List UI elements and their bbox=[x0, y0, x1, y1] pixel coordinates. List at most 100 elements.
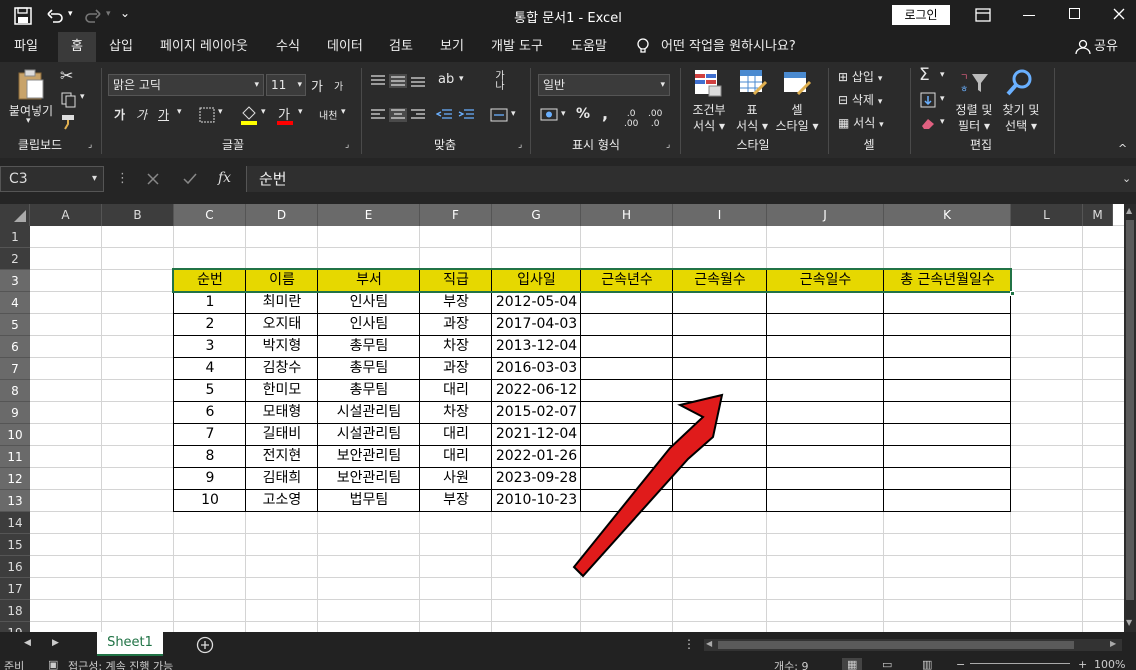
fill-dropdown-icon[interactable]: ▾ bbox=[940, 94, 945, 104]
prev-sheet-icon[interactable]: ◀ bbox=[24, 638, 31, 648]
merge-dropdown-icon[interactable]: ▾ bbox=[511, 109, 516, 119]
table-cell[interactable]: 부장 bbox=[420, 490, 492, 512]
minimize-button[interactable] bbox=[1023, 15, 1035, 16]
insert-function-button[interactable]: fx bbox=[218, 170, 231, 186]
number-launcher-icon[interactable]: ⌟ bbox=[666, 140, 670, 150]
column-header-k[interactable]: K bbox=[884, 204, 1011, 226]
page-break-view-icon[interactable]: ▥ bbox=[922, 658, 932, 670]
table-cell[interactable]: 2 bbox=[174, 314, 246, 336]
merge-center-icon[interactable] bbox=[490, 108, 508, 122]
fill-handle[interactable] bbox=[1010, 291, 1015, 296]
increase-decimal-icon[interactable]: .0.00 bbox=[624, 109, 638, 129]
format-as-table-label[interactable]: 표 서식 ▾ bbox=[730, 102, 774, 134]
table-cell[interactable]: 2022-06-12 bbox=[492, 380, 581, 402]
table-cell[interactable]: 2017-04-03 bbox=[492, 314, 581, 336]
table-cell[interactable]: 길태비 bbox=[246, 424, 318, 446]
table-cell[interactable]: 2016-03-03 bbox=[492, 358, 581, 380]
align-left-icon[interactable] bbox=[369, 108, 387, 122]
delete-cells-button[interactable]: ⊟ 삭제 ▾ bbox=[838, 91, 906, 108]
table-cell[interactable]: 4 bbox=[174, 358, 246, 380]
zoom-slider[interactable] bbox=[970, 663, 1070, 664]
maximize-button[interactable] bbox=[1069, 8, 1080, 19]
vertical-scroll-thumb[interactable] bbox=[1126, 220, 1134, 600]
row-header-3[interactable]: 3 bbox=[0, 270, 30, 292]
table-cell[interactable]: 대리 bbox=[420, 446, 492, 468]
column-header-d[interactable]: D bbox=[246, 204, 318, 226]
table-cell[interactable]: 모태형 bbox=[246, 402, 318, 424]
sort-filter-label[interactable]: 정렬 및 필터 ▾ bbox=[950, 102, 998, 134]
table-cell[interactable]: 9 bbox=[174, 468, 246, 490]
row-header-10[interactable]: 10 bbox=[0, 424, 30, 446]
table-cell[interactable]: 6 bbox=[174, 402, 246, 424]
row-header-15[interactable]: 15 bbox=[0, 534, 30, 556]
column-header-e[interactable]: E bbox=[318, 204, 420, 226]
borders-dropdown-icon[interactable]: ▾ bbox=[218, 107, 223, 117]
row-header-8[interactable]: 8 bbox=[0, 380, 30, 402]
underline-dropdown-icon[interactable]: ▾ bbox=[177, 107, 182, 117]
sheet-tab-sheet1[interactable]: Sheet1 bbox=[97, 632, 163, 656]
table-cell[interactable]: 부장 bbox=[420, 292, 492, 314]
scroll-left-icon[interactable]: ◀ bbox=[706, 639, 712, 648]
table-cell[interactable]: 총무팀 bbox=[318, 380, 420, 402]
italic-button[interactable]: 가 bbox=[136, 106, 147, 123]
table-cell[interactable]: 보안관리팀 bbox=[318, 468, 420, 490]
row-header-4[interactable]: 4 bbox=[0, 292, 30, 314]
format-cells-button[interactable]: ▦ 서식 ▾ bbox=[838, 114, 906, 131]
conditional-formatting-label[interactable]: 조건부 서식 ▾ bbox=[685, 102, 733, 134]
column-header-g[interactable]: G bbox=[492, 204, 581, 226]
table-cell[interactable]: 최미란 bbox=[246, 292, 318, 314]
clear-dropdown-icon[interactable]: ▾ bbox=[940, 117, 945, 127]
underline-button[interactable]: 가 bbox=[158, 106, 169, 123]
borders-icon[interactable] bbox=[199, 107, 215, 123]
table-cell[interactable]: 인사팀 bbox=[318, 314, 420, 336]
cancel-entry-icon[interactable] bbox=[146, 172, 160, 186]
clear-icon[interactable] bbox=[920, 116, 936, 130]
accounting-format-icon[interactable] bbox=[540, 106, 560, 124]
row-header-18[interactable]: 18 bbox=[0, 600, 30, 622]
tab-page-layout[interactable]: 페이지 레이아웃 bbox=[160, 32, 248, 62]
font-color-dropdown-icon[interactable]: ▾ bbox=[298, 107, 303, 117]
find-select-label[interactable]: 찾기 및 선택 ▾ bbox=[996, 102, 1046, 134]
zoom-in-icon[interactable]: + bbox=[1078, 658, 1087, 670]
table-cell[interactable]: 2022-01-26 bbox=[492, 446, 581, 468]
table-cell[interactable]: 2010-10-23 bbox=[492, 490, 581, 512]
column-header-m[interactable]: M bbox=[1083, 204, 1113, 226]
name-box[interactable]: C3 ▾ bbox=[0, 166, 104, 192]
zoom-level[interactable]: 100% bbox=[1094, 658, 1125, 670]
table-cell[interactable]: 법무팀 bbox=[318, 490, 420, 512]
insert-cells-button[interactable]: ⊞ 삽입 ▾ bbox=[838, 68, 906, 85]
font-color-button[interactable]: 가 bbox=[276, 104, 294, 126]
vertical-scrollbar[interactable]: ▲ ▼ bbox=[1124, 204, 1136, 632]
tab-developer[interactable]: 개발 도구 bbox=[491, 32, 543, 62]
horizontal-scrollbar[interactable]: ◀ ▶ bbox=[704, 639, 1122, 651]
horizontal-scroll-thumb[interactable] bbox=[718, 641, 1074, 649]
table-cell[interactable]: 오지태 bbox=[246, 314, 318, 336]
row-header-19[interactable]: 19 bbox=[0, 622, 30, 632]
align-middle-icon[interactable] bbox=[389, 74, 407, 88]
paste-dropdown-icon[interactable]: ▾ bbox=[26, 116, 31, 126]
macro-record-icon[interactable]: ▣ bbox=[48, 658, 58, 670]
expand-formula-bar-icon[interactable]: ⌄ bbox=[1122, 172, 1131, 185]
bold-button[interactable]: 가 bbox=[114, 106, 125, 123]
font-size-select[interactable]: 11 ▾ bbox=[266, 74, 306, 96]
fill-color-icon[interactable] bbox=[240, 104, 258, 126]
table-cell[interactable]: 2013-12-04 bbox=[492, 336, 581, 358]
tab-data[interactable]: 데이터 bbox=[327, 32, 363, 62]
column-header-b[interactable]: B bbox=[102, 204, 174, 226]
align-top-icon[interactable] bbox=[369, 74, 387, 88]
align-bottom-icon[interactable] bbox=[409, 74, 427, 88]
fill-icon[interactable] bbox=[920, 92, 936, 108]
table-cell[interactable]: 총무팀 bbox=[318, 358, 420, 380]
row-header-1[interactable]: 1 bbox=[0, 226, 30, 248]
align-right-icon[interactable] bbox=[409, 108, 427, 122]
table-cell[interactable]: 3 bbox=[174, 336, 246, 358]
close-icon[interactable] bbox=[1113, 8, 1125, 20]
paste-icon[interactable] bbox=[16, 68, 46, 100]
tab-review[interactable]: 검토 bbox=[389, 32, 413, 62]
worksheet-grid[interactable]: A B C D E F G H I J K L M 1 2 3 4 5 6 7 8 9 10 11 12 13 14 15 16 17 18… bbox=[0, 204, 1136, 632]
row-header-17[interactable]: 17 bbox=[0, 578, 30, 600]
table-cell[interactable]: 차장 bbox=[420, 336, 492, 358]
next-sheet-icon[interactable]: ▶ bbox=[52, 638, 59, 648]
row-header-6[interactable]: 6 bbox=[0, 336, 30, 358]
copy-icon[interactable] bbox=[61, 92, 77, 108]
